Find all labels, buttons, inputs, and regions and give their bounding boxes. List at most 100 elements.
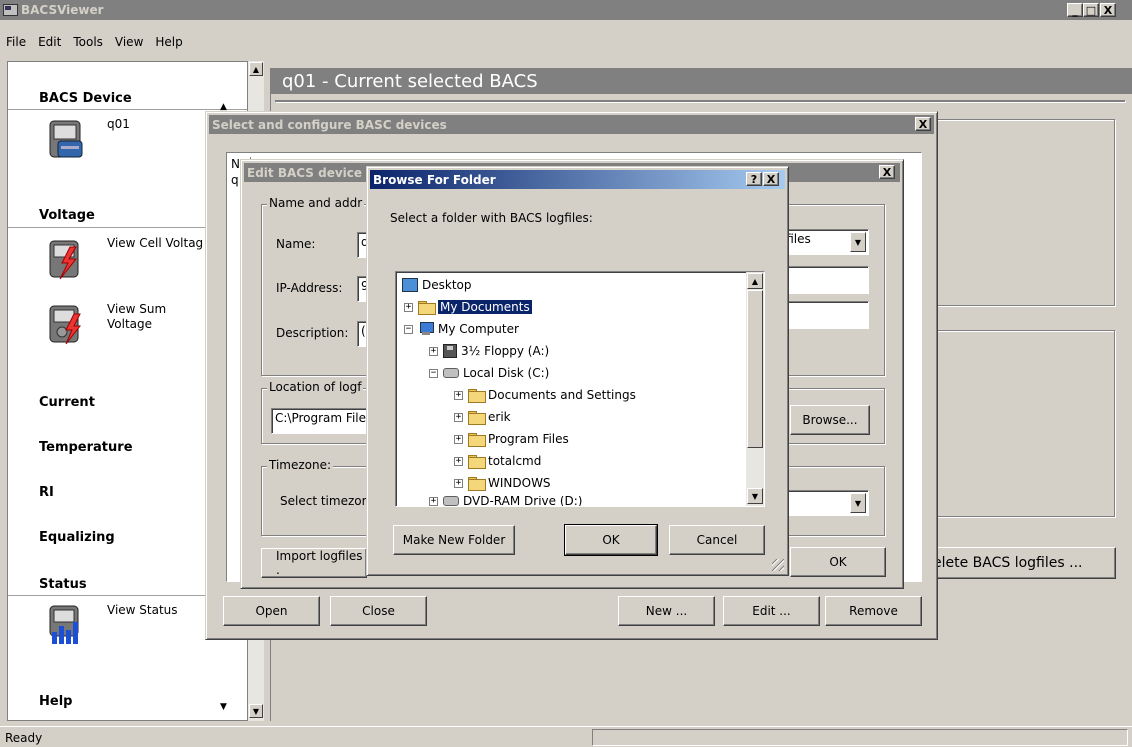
select-dialog-titlebar: Select and configure BASC devices (209, 115, 934, 134)
tree-label: 3½ Floppy (A:) (461, 344, 550, 358)
tree-item-dvd[interactable]: + DVD-RAM Drive (D:) (429, 496, 583, 506)
section-current[interactable]: Current (39, 395, 95, 410)
maximize-button[interactable]: □ (1083, 3, 1099, 17)
panel-frame-top (275, 100, 1125, 102)
browse-ok-button[interactable]: OK (564, 524, 658, 556)
close-button[interactable]: X (1100, 3, 1116, 17)
browse-instruction: Select a folder with BACS logfiles: (390, 211, 593, 225)
menu-edit[interactable]: Edit (32, 35, 67, 49)
expand-icon[interactable]: + (454, 478, 463, 488)
folder-icon (468, 433, 486, 447)
tree-item-local-disk[interactable]: − Local Disk (C:) (429, 364, 549, 382)
tree-item-floppy[interactable]: + 3½ Floppy (A:) (429, 342, 549, 360)
status-text: Ready (5, 730, 43, 745)
cell-voltage-icon[interactable] (44, 237, 88, 281)
open-button[interactable]: Open (223, 596, 320, 626)
resize-grip-icon[interactable] (772, 559, 784, 571)
dvd-drive-icon (443, 496, 459, 506)
select-dialog-close-button[interactable]: X (915, 117, 931, 131)
tree-item-desktop[interactable]: Desktop (402, 276, 472, 294)
browse-close-button[interactable]: X (763, 172, 779, 186)
menu-view[interactable]: View (109, 35, 149, 49)
status-panel (592, 729, 1128, 746)
sum-voltage-icon[interactable] (44, 302, 88, 346)
description-label: Description: (276, 326, 349, 340)
delete-bacs-logfiles-button[interactable]: elete BACS logfiles ... (924, 547, 1116, 579)
view-sum-voltage-label-1[interactable]: View Sum (107, 302, 166, 316)
view-status-label[interactable]: View Status (107, 603, 178, 617)
tree-item-my-documents[interactable]: + My Documents (404, 298, 532, 316)
section-bacs-device[interactable]: BACS Device (39, 91, 132, 106)
collapse-icon[interactable]: − (429, 368, 438, 378)
device-q01-label[interactable]: q01 (107, 117, 130, 131)
expand-icon[interactable]: + (454, 390, 463, 400)
browse-button[interactable]: Browse... (790, 405, 870, 435)
list-row[interactable]: q (231, 173, 239, 187)
expand-icon[interactable]: + (454, 412, 463, 422)
tree-item-totalcmd[interactable]: + totalcmd (454, 452, 541, 470)
tree-label: Desktop (422, 278, 472, 292)
scroll-up-button[interactable]: ▲ (249, 62, 263, 76)
tree-scroll-up-button[interactable]: ▲ (747, 273, 763, 289)
ip-address-label: IP-Address: (276, 281, 343, 295)
section-voltage[interactable]: Voltage (39, 208, 95, 223)
section-status[interactable]: Status (39, 577, 87, 592)
menu-tools[interactable]: Tools (67, 35, 109, 49)
tree-item-program-files[interactable]: + Program Files (454, 430, 569, 448)
section-help[interactable]: Help (39, 694, 72, 709)
folder-icon (468, 389, 486, 403)
browse-cancel-button[interactable]: Cancel (669, 525, 765, 555)
app-title: BACSViewer (21, 3, 104, 17)
section-equalizing[interactable]: Equalizing (39, 530, 115, 545)
edit-dialog-title: Edit BACS device (247, 165, 363, 180)
expand-icon[interactable]: + (429, 496, 438, 506)
browse-dialog-titlebar: Browse For Folder (370, 170, 785, 189)
dropdown-arrow-icon[interactable]: ▼ (850, 232, 866, 252)
tree-scroll-down-button[interactable]: ▼ (747, 488, 763, 504)
tree-item-my-computer[interactable]: − My Computer (404, 320, 519, 338)
timezone-group-title: Timezone: (267, 458, 334, 472)
view-sum-voltage-label-2[interactable]: Voltage (107, 317, 152, 331)
edit-dialog-close-button[interactable]: X (879, 165, 895, 179)
new-button[interactable]: New ... (618, 596, 715, 626)
tree-scroll-thumb[interactable] (747, 290, 763, 448)
help-button[interactable]: ? (746, 172, 762, 186)
scroll-down-small-icon[interactable]: ▼ (220, 702, 227, 712)
folder-tree[interactable]: Desktop + My Documents − My Computer + 3… (395, 271, 765, 507)
tree-label: My Computer (438, 322, 519, 336)
expand-icon[interactable]: + (429, 346, 438, 356)
import-logfiles-button[interactable]: Import logfiles . (261, 548, 367, 578)
remove-button[interactable]: Remove (825, 596, 922, 626)
make-new-folder-button[interactable]: Make New Folder (393, 525, 515, 555)
tree-item-windows[interactable]: + WINDOWS (454, 474, 551, 492)
view-cell-voltage-label[interactable]: View Cell Voltag (107, 236, 203, 250)
bacs-device-icon[interactable] (44, 117, 88, 161)
expand-icon[interactable]: + (454, 434, 463, 444)
section-temperature[interactable]: Temperature (39, 440, 133, 455)
expand-icon[interactable]: + (454, 456, 463, 466)
edit-button[interactable]: Edit ... (723, 596, 820, 626)
menu-file[interactable]: File (0, 35, 32, 49)
tree-label: totalcmd (488, 454, 542, 468)
tree-label: My Documents (438, 300, 532, 314)
status-icon[interactable] (44, 602, 88, 646)
edit-ok-button[interactable]: OK (790, 547, 886, 577)
section-ri[interactable]: RI (39, 485, 54, 500)
window-controls: _ □ X (1067, 3, 1116, 17)
minimize-button[interactable]: _ (1067, 3, 1083, 17)
menu-help[interactable]: Help (149, 35, 188, 49)
location-input[interactable]: C:\Program File (271, 408, 379, 434)
folder-icon (468, 477, 486, 491)
desktop-icon (402, 278, 418, 292)
menubar: File Edit Tools View Help (0, 32, 189, 52)
computer-icon (418, 322, 434, 336)
expand-icon[interactable]: + (404, 302, 413, 312)
tree-label: Local Disk (C:) (463, 366, 550, 380)
select-close-button[interactable]: Close (330, 596, 427, 626)
scroll-down-button[interactable]: ▼ (249, 704, 263, 718)
tree-item-erik[interactable]: + erik (454, 408, 511, 426)
collapse-icon[interactable]: − (404, 324, 413, 334)
folder-icon (468, 455, 486, 469)
tree-item-documents-settings[interactable]: + Documents and Settings (454, 386, 636, 404)
dropdown-arrow-icon[interactable]: ▼ (850, 493, 866, 513)
